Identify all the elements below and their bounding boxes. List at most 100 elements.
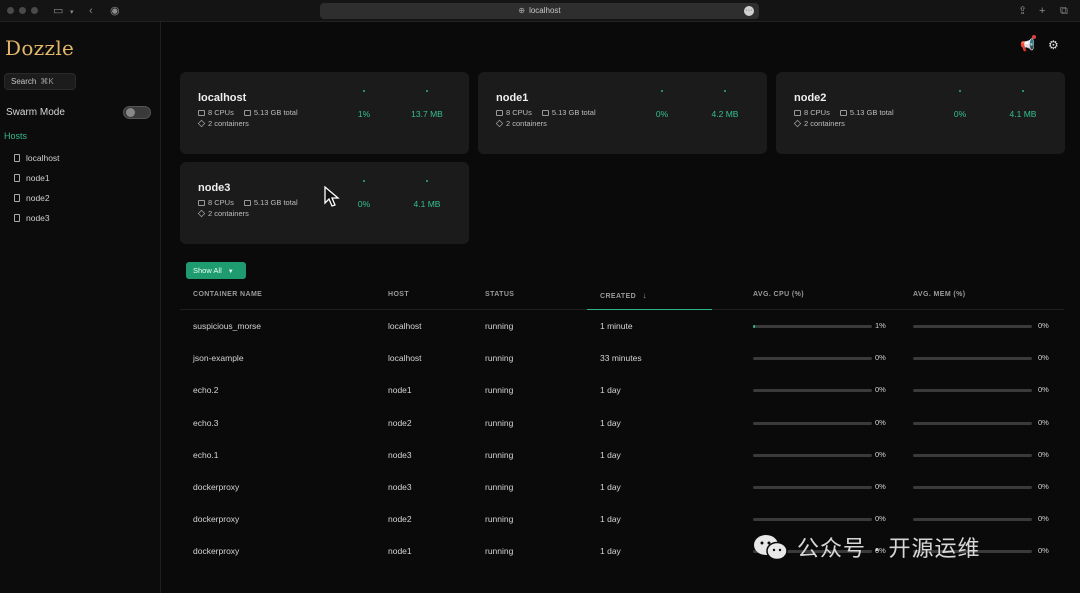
created-cell: 1 day <box>600 417 621 428</box>
table-row[interactable]: echo.3 node2 running 1 day 0% 0% <box>180 407 1064 439</box>
cpu-percent: 0% <box>875 482 886 491</box>
cpu-count: 8 CPUs <box>208 198 234 207</box>
chevron-down-icon[interactable]: ▾ <box>70 5 74 21</box>
new-tab-icon[interactable]: + <box>1039 3 1045 19</box>
mem-usage: 4.2 MB <box>711 109 739 119</box>
mem-usage-bar <box>913 389 1032 393</box>
minimize-window-button[interactable] <box>19 7 26 14</box>
sidebar-item-node1[interactable]: node1 <box>14 173 50 183</box>
cpu-usage-bar <box>753 357 872 361</box>
box-icon <box>197 209 206 218</box>
box-icon <box>495 119 504 128</box>
column-header-avg-cpu[interactable]: AVG. CPU (%) <box>753 291 804 298</box>
created-cell: 33 minutes <box>600 353 642 364</box>
mem-percent: 0% <box>1038 449 1049 459</box>
server-icon <box>14 174 20 182</box>
mem-percent: 0% <box>1038 514 1049 524</box>
column-header-host[interactable]: HOST <box>388 291 409 298</box>
host-card-stats: 8 CPUs 5.13 GB total <box>794 108 894 117</box>
host-cell: node3 <box>388 449 412 460</box>
host-card-name: node2 <box>794 92 827 104</box>
cpu-usage-bar <box>753 453 872 457</box>
tabs-overview-icon[interactable]: ⧉ <box>1060 3 1068 19</box>
usage-bar-fill <box>753 325 755 328</box>
show-all-dropdown[interactable]: Show All ▼ <box>186 262 246 279</box>
cpu-usage: 1% <box>357 109 371 119</box>
sidebar-item-label: node3 <box>26 213 50 223</box>
sidebar-item-label: node1 <box>26 173 50 183</box>
memory-total: 5.13 GB total <box>551 108 596 117</box>
address-bar[interactable]: ⊕ localhost ··· <box>320 3 759 19</box>
wechat-logo-icon <box>754 535 788 561</box>
cpu-usage-bar <box>753 325 872 328</box>
cpu-usage-bar <box>753 518 872 522</box>
table-row[interactable]: echo.2 node1 running 1 day 0% 0% <box>180 374 1064 406</box>
mem-usage: 13.7 MB <box>411 109 443 119</box>
back-icon[interactable]: ‹ <box>89 3 93 19</box>
server-icon <box>14 154 20 162</box>
globe-icon: ⊕ <box>518 6 526 15</box>
cpu-icon <box>198 110 205 116</box>
server-icon <box>14 194 20 202</box>
close-window-button[interactable] <box>7 7 14 14</box>
mem-usage: 4.1 MB <box>413 199 441 209</box>
memory-icon <box>839 110 847 116</box>
host-card-containers: 2 containers <box>197 119 249 128</box>
mem-percent: 0% <box>1038 417 1049 427</box>
container-count: 2 containers <box>208 209 249 218</box>
created-cell: 1 minute <box>600 321 633 331</box>
mem-sparkline <box>426 90 428 92</box>
gear-icon[interactable]: ⚙ <box>1048 38 1059 52</box>
status-cell: running <box>485 353 514 364</box>
search-button[interactable]: Search ⌘K <box>4 73 76 90</box>
host-card-containers: 2 containers <box>793 119 845 128</box>
search-label: Search <box>11 77 37 86</box>
announcements-icon[interactable]: 📢 <box>1020 38 1035 52</box>
status-cell: running <box>485 449 514 460</box>
logo[interactable]: Dozzle <box>5 36 74 60</box>
host-card-name: node3 <box>198 182 231 194</box>
share-icon[interactable]: ⇪ <box>1018 3 1027 19</box>
url-text: localhost <box>529 6 561 15</box>
column-header-status[interactable]: STATUS <box>485 291 514 298</box>
mem-percent: 0% <box>1038 546 1049 556</box>
sidebar-item-node2[interactable]: node2 <box>14 193 50 203</box>
browser-toolbar: ▭ ▾ ‹ ◉ ⊕ localhost ··· ⇪ + ⧉ <box>0 0 1080 22</box>
status-cell: running <box>485 514 514 525</box>
mem-sparkline <box>1022 90 1024 92</box>
table-row[interactable]: dockerproxy node3 running 1 day 0% 0% <box>180 471 1064 503</box>
swarm-mode-toggle[interactable] <box>123 106 151 119</box>
host-cell: node3 <box>388 482 412 492</box>
server-icon <box>14 214 20 222</box>
table-row[interactable]: suspicious_morse localhost running 1 minute… <box>180 310 1064 342</box>
cpu-sparkline <box>661 90 663 92</box>
mem-usage-bar <box>913 357 1032 361</box>
maximize-window-button[interactable] <box>31 7 38 14</box>
cpu-sparkline <box>363 90 365 92</box>
host-card-containers: 2 containers <box>197 209 249 218</box>
hosts-title[interactable]: Hosts <box>4 131 27 141</box>
host-card-localhost[interactable]: localhost 8 CPUs 5.13 GB total 2 containe… <box>180 72 469 154</box>
sidebar-item-node3[interactable]: node3 <box>14 213 50 223</box>
column-header-created-label: CREATED <box>600 293 637 300</box>
sidebar-item-localhost[interactable]: localhost <box>14 153 60 163</box>
table-row[interactable]: echo.1 node3 running 1 day 0% 0% <box>180 439 1064 471</box>
table-row[interactable]: json-example localhost running 33 minutes 0%… <box>180 342 1064 374</box>
host-card-node2[interactable]: node2 8 CPUs 5.13 GB total 2 containers 0… <box>776 72 1065 154</box>
watermark-text: 公众号 · 开源运维 <box>797 536 981 561</box>
cpu-percent: 0% <box>875 353 886 363</box>
column-header-avg-mem[interactable]: AVG. MEM (%) <box>913 291 966 298</box>
more-icon[interactable]: ··· <box>744 6 754 16</box>
container-name-cell: suspicious_morse <box>193 321 262 331</box>
host-card-node1[interactable]: node1 8 CPUs 5.13 GB total 2 containers 0… <box>478 72 767 154</box>
cpu-percent: 0% <box>875 514 886 524</box>
cpu-count: 8 CPUs <box>506 108 532 117</box>
created-cell: 1 day <box>600 546 621 557</box>
sidebar-item-label: node2 <box>26 193 50 203</box>
column-header-created[interactable]: CREATED ↓ <box>600 291 647 300</box>
created-cell: 1 day <box>600 449 621 460</box>
sidebar-toggle-icon[interactable]: ▭ <box>53 3 63 19</box>
container-name-cell: echo.1 <box>193 449 219 460</box>
sort-arrow-icon: ↓ <box>642 291 647 300</box>
column-header-name[interactable]: CONTAINER NAME <box>193 291 262 298</box>
